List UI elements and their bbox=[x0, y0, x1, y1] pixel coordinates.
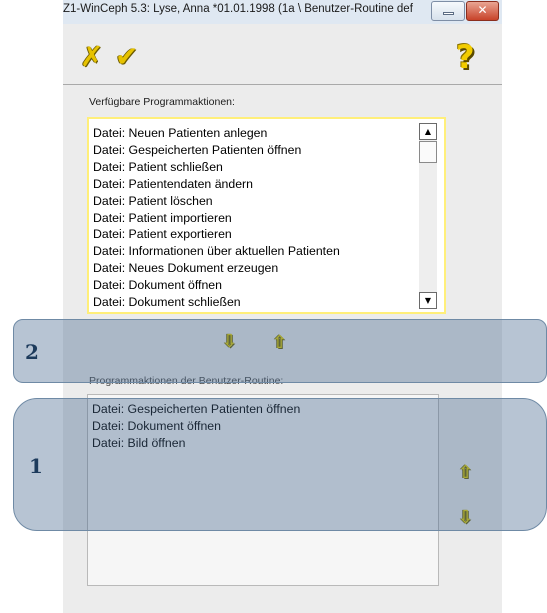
title-bar: Z1-WinCeph 5.3: Lyse, Anna *01.01.1998 (… bbox=[63, 0, 502, 24]
list-item[interactable]: Datei: Patientendaten ändern bbox=[93, 176, 340, 193]
list-item[interactable]: Datei: Patient exportieren bbox=[93, 226, 340, 243]
available-actions-label: Verfügbare Programmaktionen: bbox=[89, 96, 235, 108]
annotation-number-1: 1 bbox=[29, 454, 43, 478]
annotation-number-2: 2 bbox=[25, 340, 39, 364]
list-item[interactable]: Datei: Gespeicherten Patienten öffnen bbox=[93, 142, 340, 159]
available-list-scrollbar[interactable]: ▲ ▼ bbox=[419, 123, 437, 309]
scroll-up-button[interactable]: ▲ bbox=[419, 123, 437, 140]
list-item[interactable]: Datei: Patient importieren bbox=[93, 210, 340, 227]
annotation-box-2: 2 bbox=[13, 319, 547, 383]
list-item[interactable]: Datei: Neuen Patienten anlegen bbox=[93, 125, 340, 142]
list-item[interactable]: Datei: Informationen über aktuellen Pati… bbox=[93, 243, 340, 260]
toolbar-separator bbox=[63, 84, 502, 85]
scroll-thumb[interactable] bbox=[419, 141, 437, 163]
checkmark-icon[interactable]: ✔ bbox=[115, 42, 138, 72]
list-item[interactable]: Datei: Dokument schließen bbox=[93, 294, 340, 311]
list-item[interactable]: Datei: Dokument öffnen bbox=[93, 277, 340, 294]
list-item[interactable]: Datei: Neues Dokument erzeugen bbox=[93, 260, 340, 277]
minimize-button[interactable] bbox=[431, 1, 465, 21]
close-icon: ✕ bbox=[477, 3, 488, 17]
list-item[interactable]: Datei: Patient schließen bbox=[93, 159, 340, 176]
annotation-box-1: 1 bbox=[13, 398, 547, 531]
window-title: Z1-WinCeph 5.3: Lyse, Anna *01.01.1998 (… bbox=[63, 3, 413, 15]
available-actions-list[interactable]: Datei: Neuen Patienten anlegen Datei: Ge… bbox=[87, 117, 446, 314]
toolbar: ✗ ✔ ? bbox=[63, 24, 502, 84]
cancel-icon[interactable]: ✗ bbox=[80, 42, 103, 72]
help-icon[interactable]: ? bbox=[456, 41, 475, 73]
scroll-down-button[interactable]: ▼ bbox=[419, 292, 437, 309]
close-button[interactable]: ✕ bbox=[466, 1, 499, 21]
list-item[interactable]: Datei: Patient löschen bbox=[93, 193, 340, 210]
